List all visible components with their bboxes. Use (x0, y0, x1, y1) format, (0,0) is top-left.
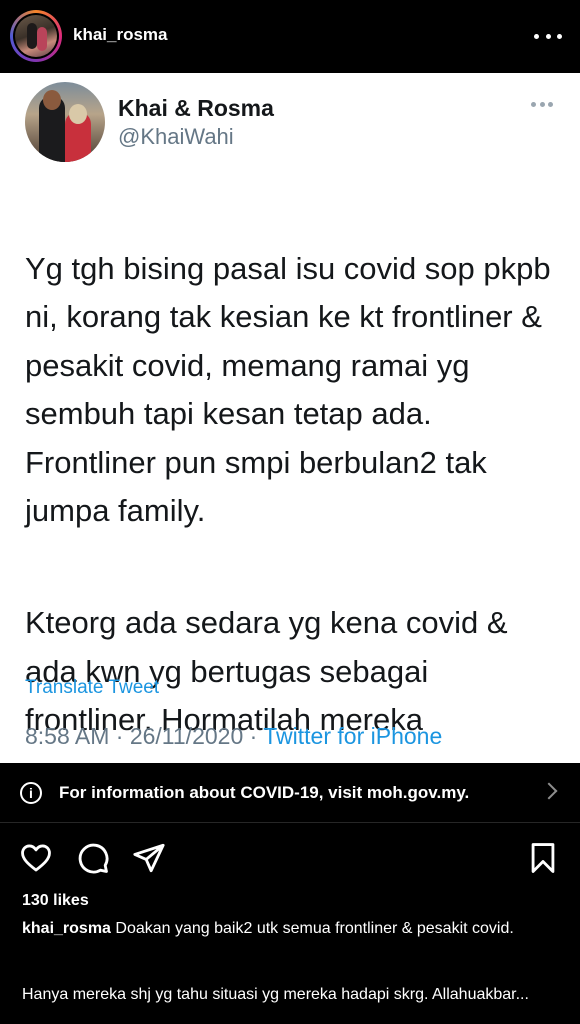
covid-info-text: For information about COVID-19, visit mo… (59, 783, 470, 802)
tweet-more-icon (531, 100, 553, 108)
caption-text-continued: Hanya mereka shj yg tahu situasi yg mere… (22, 986, 529, 1003)
action-bar (0, 835, 580, 883)
heart-icon[interactable] (19, 841, 53, 875)
tweet-author-handle: @KhaiWahi (118, 124, 234, 149)
likes-count[interactable]: 130 likes (22, 892, 89, 910)
caption-username[interactable]: khai_rosma (22, 920, 111, 937)
caption-text: Doakan yang baik2 utk semua frontliner &… (110, 920, 514, 937)
translate-tweet-link: Translate Tweet (25, 677, 160, 698)
tweet-card: Khai & Rosma @KhaiWahi Yg tgh bising pas… (0, 73, 580, 763)
profile-avatar[interactable] (10, 10, 62, 62)
bookmark-icon[interactable] (526, 841, 560, 875)
tweet-text: Yg tgh bising pasal isu covid sop pkpb n… (25, 196, 555, 808)
tweet-author-name: Khai & Rosma (118, 95, 274, 121)
covid-info-banner[interactable]: i For information about COVID-19, visit … (0, 763, 580, 823)
chevron-right-icon (540, 782, 558, 800)
tweet-avatar (25, 82, 105, 162)
post-caption: khai_rosma Doakan yang baik2 utk semua f… (22, 919, 552, 939)
tweet-paragraph: Yg tgh bising pasal isu covid sop pkpb n… (25, 250, 551, 529)
info-icon: i (20, 782, 42, 804)
post-header: khai_rosma (0, 0, 580, 73)
more-options-icon[interactable] (534, 22, 562, 50)
share-icon[interactable] (132, 841, 166, 875)
tweet-timestamp: 8:58 AM · 26/11/2020 · Twitter for iPhon… (25, 723, 442, 750)
post-username[interactable]: khai_rosma (73, 25, 168, 45)
comment-icon[interactable] (76, 841, 110, 875)
tweet-source: Twitter for iPhone (263, 723, 443, 749)
tweet-time: 8:58 AM · 26/11/2020 · (25, 723, 264, 749)
